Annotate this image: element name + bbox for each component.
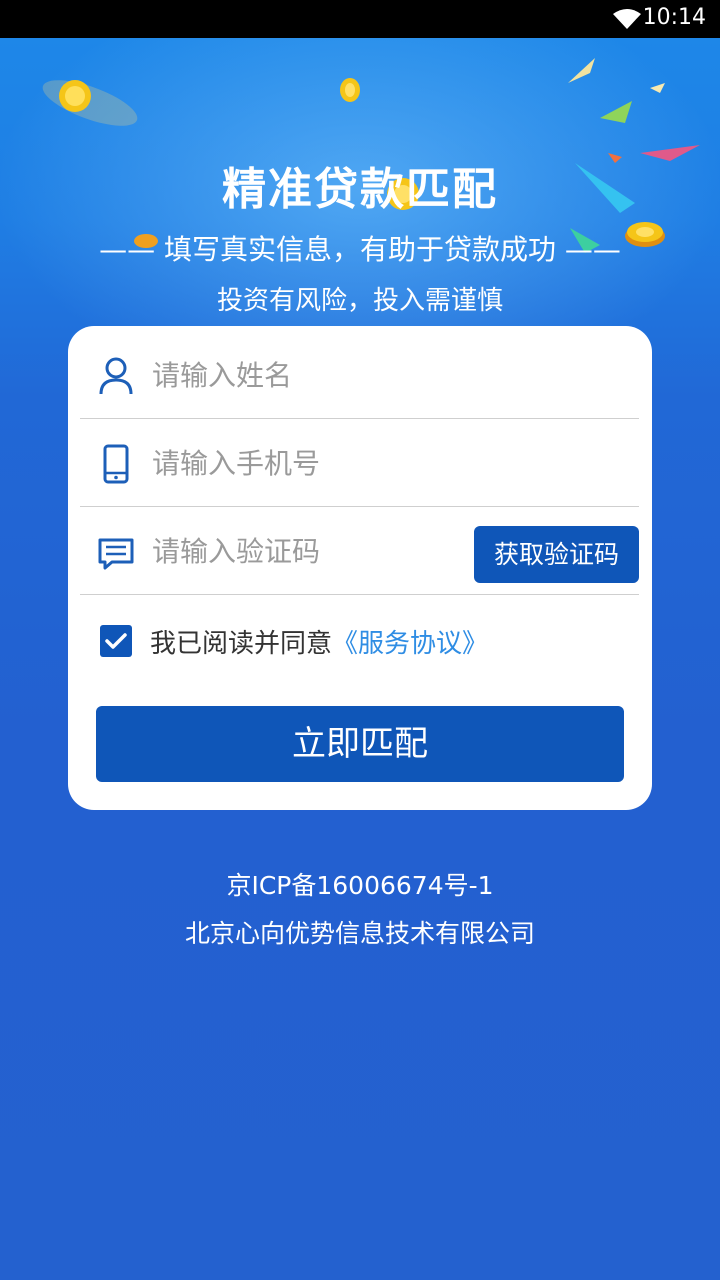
company-name: 北京心向优势信息技术有限公司 xyxy=(184,919,535,948)
icp-license: 京ICP备16006674号-1 xyxy=(226,871,494,900)
flying-coin-icon xyxy=(42,80,138,126)
agree-label: 我已阅读并同意 xyxy=(150,629,333,659)
coin-icon xyxy=(340,78,360,102)
get-code-button[interactable]: 获取验证码 xyxy=(474,526,639,583)
check-icon xyxy=(105,633,127,649)
phone-field-row xyxy=(80,418,639,507)
verification-code-input[interactable] xyxy=(150,528,454,574)
page-title: 精准贷款匹配 xyxy=(222,164,498,215)
agree-checkbox[interactable] xyxy=(100,625,132,657)
agreement-text: 我已阅读并同意《服务协议》 xyxy=(150,623,488,660)
phone-input[interactable] xyxy=(150,440,454,486)
hero-banner: 精准贷款匹配 —— 填写真实信息，有助于贷款成功 —— 投资有风险，投入需谨慎 xyxy=(0,38,720,1280)
match-now-button[interactable]: 立即匹配 xyxy=(96,706,624,782)
user-icon xyxy=(99,357,133,395)
service-agreement-link[interactable]: 《服务协议》 xyxy=(332,629,488,659)
wifi-icon xyxy=(613,9,641,29)
name-field-row xyxy=(80,330,639,419)
status-bar: 10:14 xyxy=(0,0,720,38)
message-icon xyxy=(98,538,134,570)
status-time: 10:14 xyxy=(642,5,706,30)
loan-form-card: 获取验证码 我已阅读并同意《服务协议》 立即匹配 xyxy=(68,326,652,810)
hero-subtitle: —— 填写真实信息，有助于贷款成功 —— xyxy=(99,233,621,266)
code-field-row: 获取验证码 xyxy=(80,506,639,595)
name-input[interactable] xyxy=(150,352,454,398)
agreement-row: 我已阅读并同意《服务协议》 xyxy=(100,621,620,661)
mobile-phone-icon xyxy=(103,444,129,484)
risk-notice: 投资有风险，投入需谨慎 xyxy=(216,286,503,316)
